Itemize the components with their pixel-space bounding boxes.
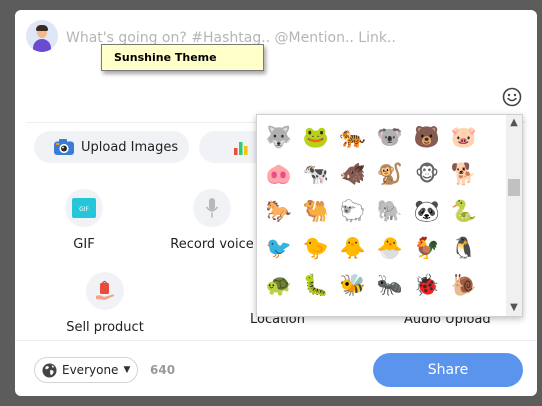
emoji-picker: 🐺 🐸 🐅 🐨 🐻 🐷 🐽 🐄 🐗 🐒 🐵 🐕 🐎 🐫 🐑 🐘 🐼 🐍 🐦 🐤 🐥 🐣 🐓 🐧 🐢 🐛 🐝 🐜 🐞 🐌 ▲ ▼ — [256, 114, 523, 317]
emoji-item[interactable]: 🐅 — [336, 120, 370, 154]
emoji-smiley-icon[interactable] — [501, 86, 523, 108]
emoji-item[interactable]: 🐻 — [410, 120, 444, 154]
sell-product-label: Sell product — [66, 320, 144, 335]
divider — [15, 340, 537, 341]
gif-icon: GIF — [72, 198, 96, 218]
emoji-item[interactable]: 🐥 — [336, 231, 370, 265]
avatar-hair — [36, 25, 48, 31]
shopping-bag-icon — [96, 280, 115, 300]
microphone-icon — [205, 198, 219, 218]
emoji-item[interactable]: 🐦 — [262, 231, 296, 265]
avatar-body — [33, 39, 51, 52]
gif-badge: GIF — [79, 206, 89, 213]
emoji-item[interactable]: 🐝 — [336, 268, 370, 302]
emoji-item[interactable]: 🐑 — [336, 194, 370, 228]
emoji-item[interactable]: 🐸 — [299, 120, 333, 154]
emoji-item[interactable]: 🐣 — [373, 231, 407, 265]
bar-chart-icon — [234, 142, 248, 155]
upload-images-button[interactable]: Upload Images — [34, 131, 189, 163]
emoji-item[interactable]: 🐘 — [373, 194, 407, 228]
sell-product-circle — [86, 272, 124, 310]
record-voice-circle — [193, 189, 231, 227]
emoji-item[interactable]: 🐕 — [447, 157, 481, 191]
emoji-item[interactable]: 🐷 — [447, 120, 481, 154]
emoji-item[interactable]: 🐵 — [410, 157, 444, 191]
emoji-item[interactable]: 🐼 — [410, 194, 444, 228]
audience-label: Everyone — [62, 363, 119, 377]
avatar[interactable] — [26, 20, 58, 52]
emoji-item[interactable]: 🐍 — [447, 194, 481, 228]
scroll-thumb[interactable] — [508, 179, 520, 196]
emoji-item[interactable]: 🐓 — [410, 231, 444, 265]
emoji-item[interactable]: 🐎 — [262, 194, 296, 228]
emoji-item[interactable]: 🐺 — [262, 120, 296, 154]
emoji-item[interactable]: 🐽 — [262, 157, 296, 191]
emoji-item[interactable]: 🐗 — [336, 157, 370, 191]
emoji-item[interactable]: 🐞 — [410, 268, 444, 302]
chevron-down-icon: ▼ — [123, 365, 131, 375]
upload-images-label: Upload Images — [81, 139, 179, 155]
audience-selector[interactable]: Everyone ▼ — [34, 357, 138, 383]
scroll-down-arrow[interactable]: ▼ — [506, 300, 522, 316]
gif-button[interactable]: GIF GIF — [24, 189, 144, 252]
gif-label: GIF — [73, 237, 95, 252]
emoji-item[interactable]: 🐫 — [299, 194, 333, 228]
emoji-item[interactable]: 🐒 — [373, 157, 407, 191]
emoji-item[interactable]: 🐛 — [299, 268, 333, 302]
emoji-item[interactable]: 🐨 — [373, 120, 407, 154]
camera-icon — [54, 139, 74, 155]
share-button[interactable]: Share — [373, 353, 523, 387]
record-voice-button[interactable]: Record voice — [152, 189, 272, 252]
emoji-item[interactable]: 🐧 — [447, 231, 481, 265]
emoji-item[interactable]: 🐜 — [373, 268, 407, 302]
emoji-item[interactable]: 🐢 — [262, 268, 296, 302]
emoji-item[interactable]: 🐤 — [299, 231, 333, 265]
globe-icon — [42, 362, 57, 378]
record-voice-label: Record voice — [170, 237, 254, 252]
sell-product-button[interactable]: Sell product — [45, 272, 165, 335]
gif-icon-circle: GIF — [65, 189, 103, 227]
scroll-up-arrow[interactable]: ▲ — [506, 115, 522, 131]
emoji-item[interactable]: 🐌 — [447, 268, 481, 302]
emoji-item[interactable]: 🐄 — [299, 157, 333, 191]
emoji-scrollbar[interactable]: ▲ ▼ — [506, 115, 522, 316]
tooltip: Sunshine Theme — [101, 44, 264, 71]
character-count: 640 — [150, 363, 176, 377]
